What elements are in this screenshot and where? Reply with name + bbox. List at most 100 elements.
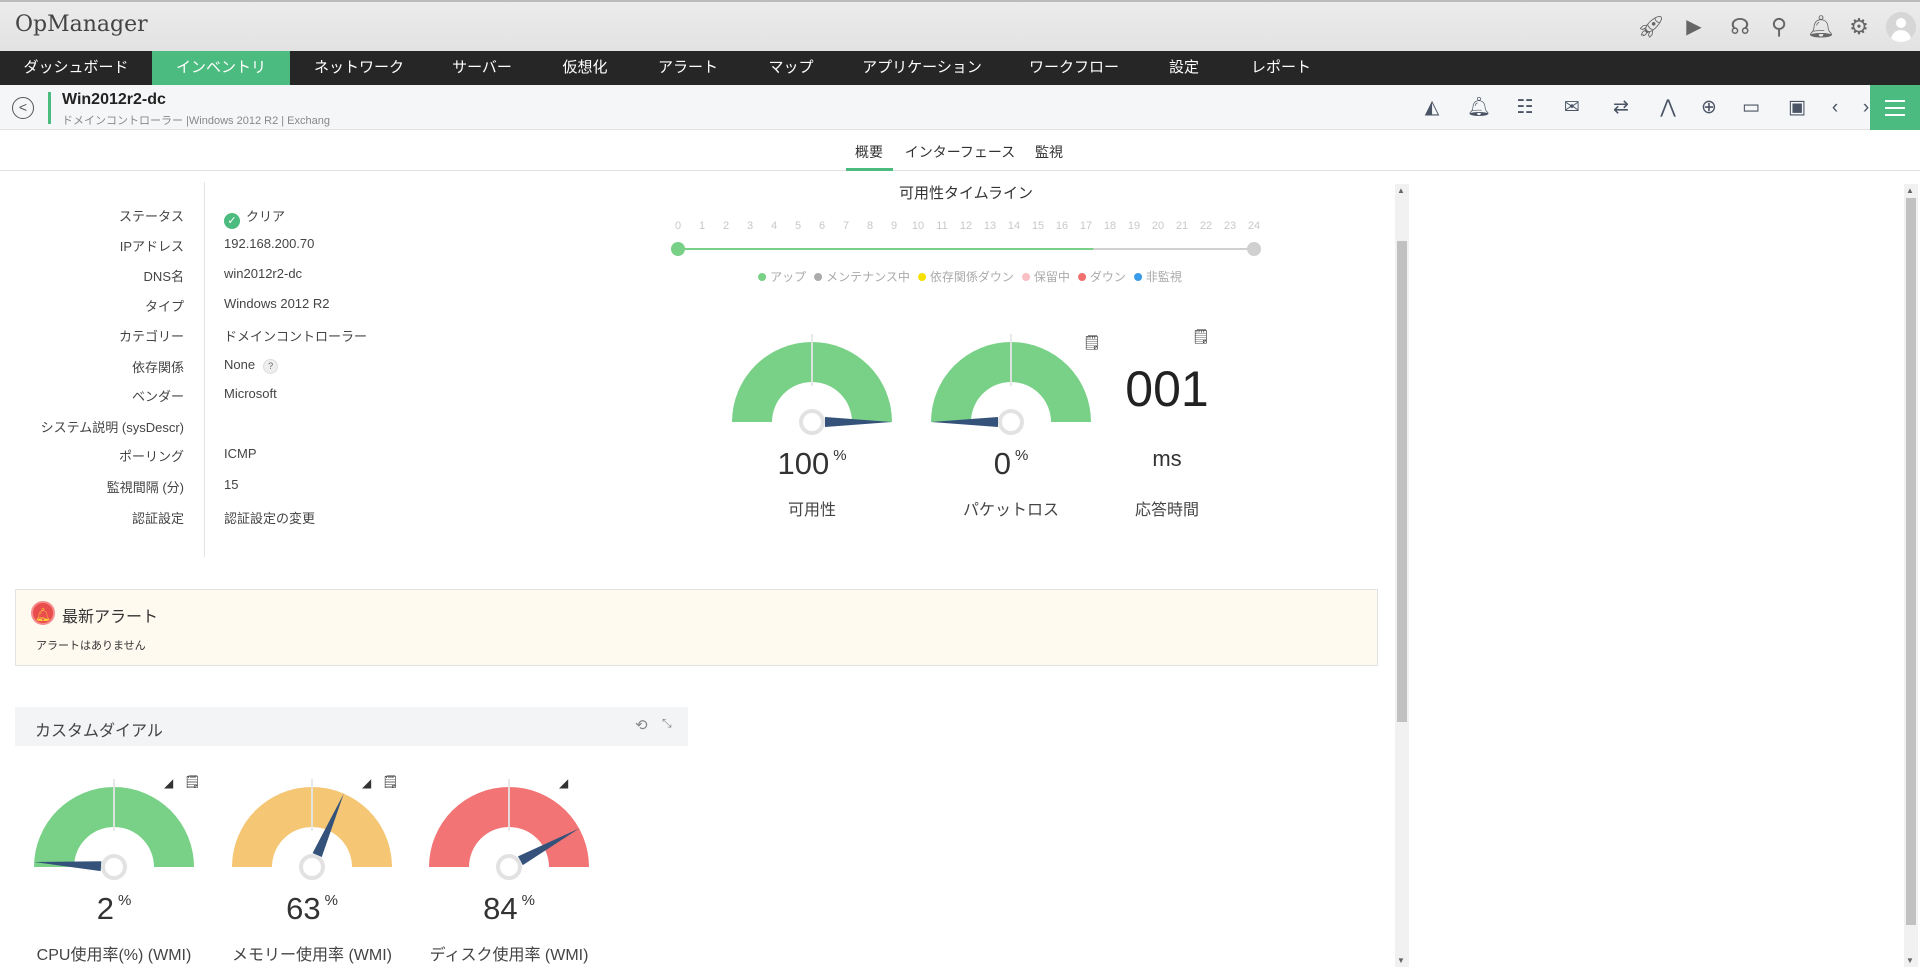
info-value[interactable]: 認証設定の変更 bbox=[224, 508, 315, 527]
info-label: 依存関係 bbox=[131, 360, 184, 375]
packet-loss-gauge[interactable] bbox=[911, 332, 1111, 442]
gauge-unit: % bbox=[521, 892, 535, 909]
gauge-value: 84% bbox=[483, 891, 535, 927]
alarm-icon[interactable]: 🔔︎ bbox=[1466, 96, 1492, 120]
tabs-divider bbox=[0, 170, 1920, 171]
gauge-unit: % bbox=[1014, 447, 1029, 464]
info-label: IPアドレス bbox=[119, 239, 184, 254]
mail-icon[interactable]: ✉ bbox=[1559, 96, 1585, 120]
rocket-icon[interactable]: 🚀︎ bbox=[1637, 14, 1665, 40]
gauge-unit: % bbox=[324, 892, 338, 909]
graph-icon[interactable]: ◢ bbox=[559, 776, 568, 790]
workflow-icon[interactable]: ☷ bbox=[1512, 96, 1538, 120]
topology-icon[interactable]: ⋀ bbox=[1655, 96, 1681, 120]
custom-dial[interactable] bbox=[212, 777, 412, 887]
sync-icon[interactable]: ⇄ bbox=[1608, 96, 1634, 120]
nav-item[interactable]: アラート bbox=[650, 51, 726, 85]
nav-item[interactable]: サーバー bbox=[444, 51, 520, 85]
info-value: 192.168.200.70 bbox=[224, 236, 314, 251]
response-time-unit: ms bbox=[1152, 446, 1182, 471]
info-label: ステータス bbox=[118, 209, 184, 224]
timeline-hour: 16 bbox=[1055, 220, 1069, 232]
gauge-hub bbox=[101, 854, 127, 880]
custom-dial[interactable] bbox=[409, 777, 609, 887]
info-value-text: Windows 2012 R2 bbox=[224, 296, 330, 311]
legend-dot bbox=[758, 273, 767, 281]
tab-monitors[interactable]: 監視 bbox=[1035, 142, 1063, 162]
response-time-value: 001 bbox=[1125, 361, 1209, 417]
tab-overview[interactable]: 概要 bbox=[855, 142, 883, 162]
legend-dot bbox=[1133, 273, 1142, 281]
gauge-value-number: 100 bbox=[777, 446, 830, 481]
app-logo[interactable]: OpManager bbox=[15, 12, 148, 37]
device-name: Win2012r2-dc bbox=[62, 91, 166, 108]
legend-label: 非監視 bbox=[1145, 270, 1182, 284]
custom-dials-header: カスタムダイアル ⟲ ⤡ bbox=[15, 707, 688, 746]
timeline-hour: 1 bbox=[698, 220, 706, 232]
timeline-hour: 21 bbox=[1175, 220, 1189, 232]
help-icon[interactable]: ? bbox=[263, 359, 279, 374]
refresh-icon[interactable]: ⟲ bbox=[635, 716, 648, 734]
avatar[interactable] bbox=[1886, 12, 1916, 42]
report-icon[interactable]: 🗒︎ bbox=[1083, 334, 1101, 351]
custom-dial[interactable] bbox=[14, 777, 214, 887]
graph-icon[interactable]: ◢ bbox=[164, 776, 173, 790]
gauge-value-number: 63 bbox=[286, 891, 321, 926]
main-scrollbar[interactable]: ▲ ▼ bbox=[1395, 184, 1409, 967]
info-label: 認証設定 bbox=[131, 511, 184, 526]
info-label: システム説明 (sysDescr) bbox=[40, 420, 184, 435]
graph-icon[interactable]: ◭ bbox=[1419, 96, 1445, 120]
info-value: ✓ クリア bbox=[224, 206, 285, 229]
gauge-unit: % bbox=[833, 447, 847, 464]
bell-icon[interactable]: 🔔︎ bbox=[1807, 14, 1835, 40]
graph-icon[interactable]: ◢ bbox=[362, 776, 371, 790]
info-value-text: クリア bbox=[246, 209, 286, 224]
terminal-icon[interactable]: ▣ bbox=[1784, 96, 1810, 120]
search-icon[interactable]: ⚲ bbox=[1766, 14, 1792, 40]
timeline-hour: 19 bbox=[1127, 220, 1141, 232]
nav-item[interactable]: レポート bbox=[1243, 51, 1319, 85]
info-value: Microsoft bbox=[224, 386, 277, 401]
nav-item[interactable]: 設定 bbox=[1161, 51, 1207, 85]
info-value-text: ICMP bbox=[224, 446, 257, 461]
active-tab-indicator bbox=[846, 168, 893, 171]
back-button[interactable]: < bbox=[12, 97, 34, 119]
timeline-hour: 3 bbox=[746, 220, 754, 232]
timeline-hour: 4 bbox=[770, 220, 778, 232]
timeline-hour: 18 bbox=[1103, 220, 1117, 232]
menu-icon[interactable] bbox=[1870, 85, 1920, 130]
legend-label: アップ bbox=[770, 270, 807, 284]
gauge-label: CPU使用率(%) (WMI) bbox=[36, 947, 192, 964]
gauge-label: ディスク使用率 (WMI) bbox=[429, 947, 589, 964]
globe-icon[interactable]: ⊕ bbox=[1696, 96, 1722, 120]
timeline-hour: 9 bbox=[890, 220, 898, 232]
timeline-legend: アップ メンテナンス中 依存関係ダウン 保留中 ダウン 非監視 bbox=[750, 268, 1182, 285]
timeline-hour: 13 bbox=[983, 220, 997, 232]
remote-desktop-icon[interactable]: ▭ bbox=[1738, 96, 1764, 120]
tab-interfaces[interactable]: インターフェース bbox=[905, 142, 1015, 162]
report-icon[interactable]: 🗒︎ bbox=[382, 774, 399, 790]
presentation-icon[interactable]: ▶ bbox=[1681, 14, 1707, 40]
nav-item[interactable]: ダッシュボード bbox=[15, 51, 136, 85]
report-icon[interactable]: 🗒︎ bbox=[184, 774, 201, 790]
nav-item[interactable]: マップ bbox=[760, 51, 821, 85]
nav-item[interactable]: インベントリ bbox=[152, 51, 290, 85]
info-value-text: 認証設定の変更 bbox=[224, 511, 316, 526]
nav-item[interactable]: ネットワーク bbox=[306, 51, 412, 85]
headset-icon[interactable]: ☊ bbox=[1727, 14, 1753, 40]
expand-icon[interactable]: ⤡ bbox=[662, 716, 672, 731]
prev-icon[interactable]: ‹ bbox=[1822, 96, 1848, 120]
nav-item[interactable]: 仮想化 bbox=[554, 51, 615, 85]
timeline-hour: 23 bbox=[1223, 220, 1237, 232]
gear-icon[interactable]: ⚙ bbox=[1846, 14, 1872, 40]
nav-item[interactable]: ワークフロー bbox=[1021, 51, 1127, 85]
nav-item[interactable]: アプリケーション bbox=[854, 51, 990, 85]
legend-label: メンテナンス中 bbox=[826, 270, 910, 284]
gauge-value: 63% bbox=[286, 891, 338, 927]
page-scrollbar[interactable]: ▲ ▼ bbox=[1904, 184, 1918, 967]
availability-gauge[interactable] bbox=[712, 332, 912, 442]
timeline-title: 可用性タイムライン bbox=[899, 185, 1033, 202]
gauge-value: 100% bbox=[777, 446, 846, 482]
report-icon[interactable]: 🗒︎ bbox=[1192, 328, 1210, 345]
timeline-bar[interactable] bbox=[660, 235, 1280, 265]
